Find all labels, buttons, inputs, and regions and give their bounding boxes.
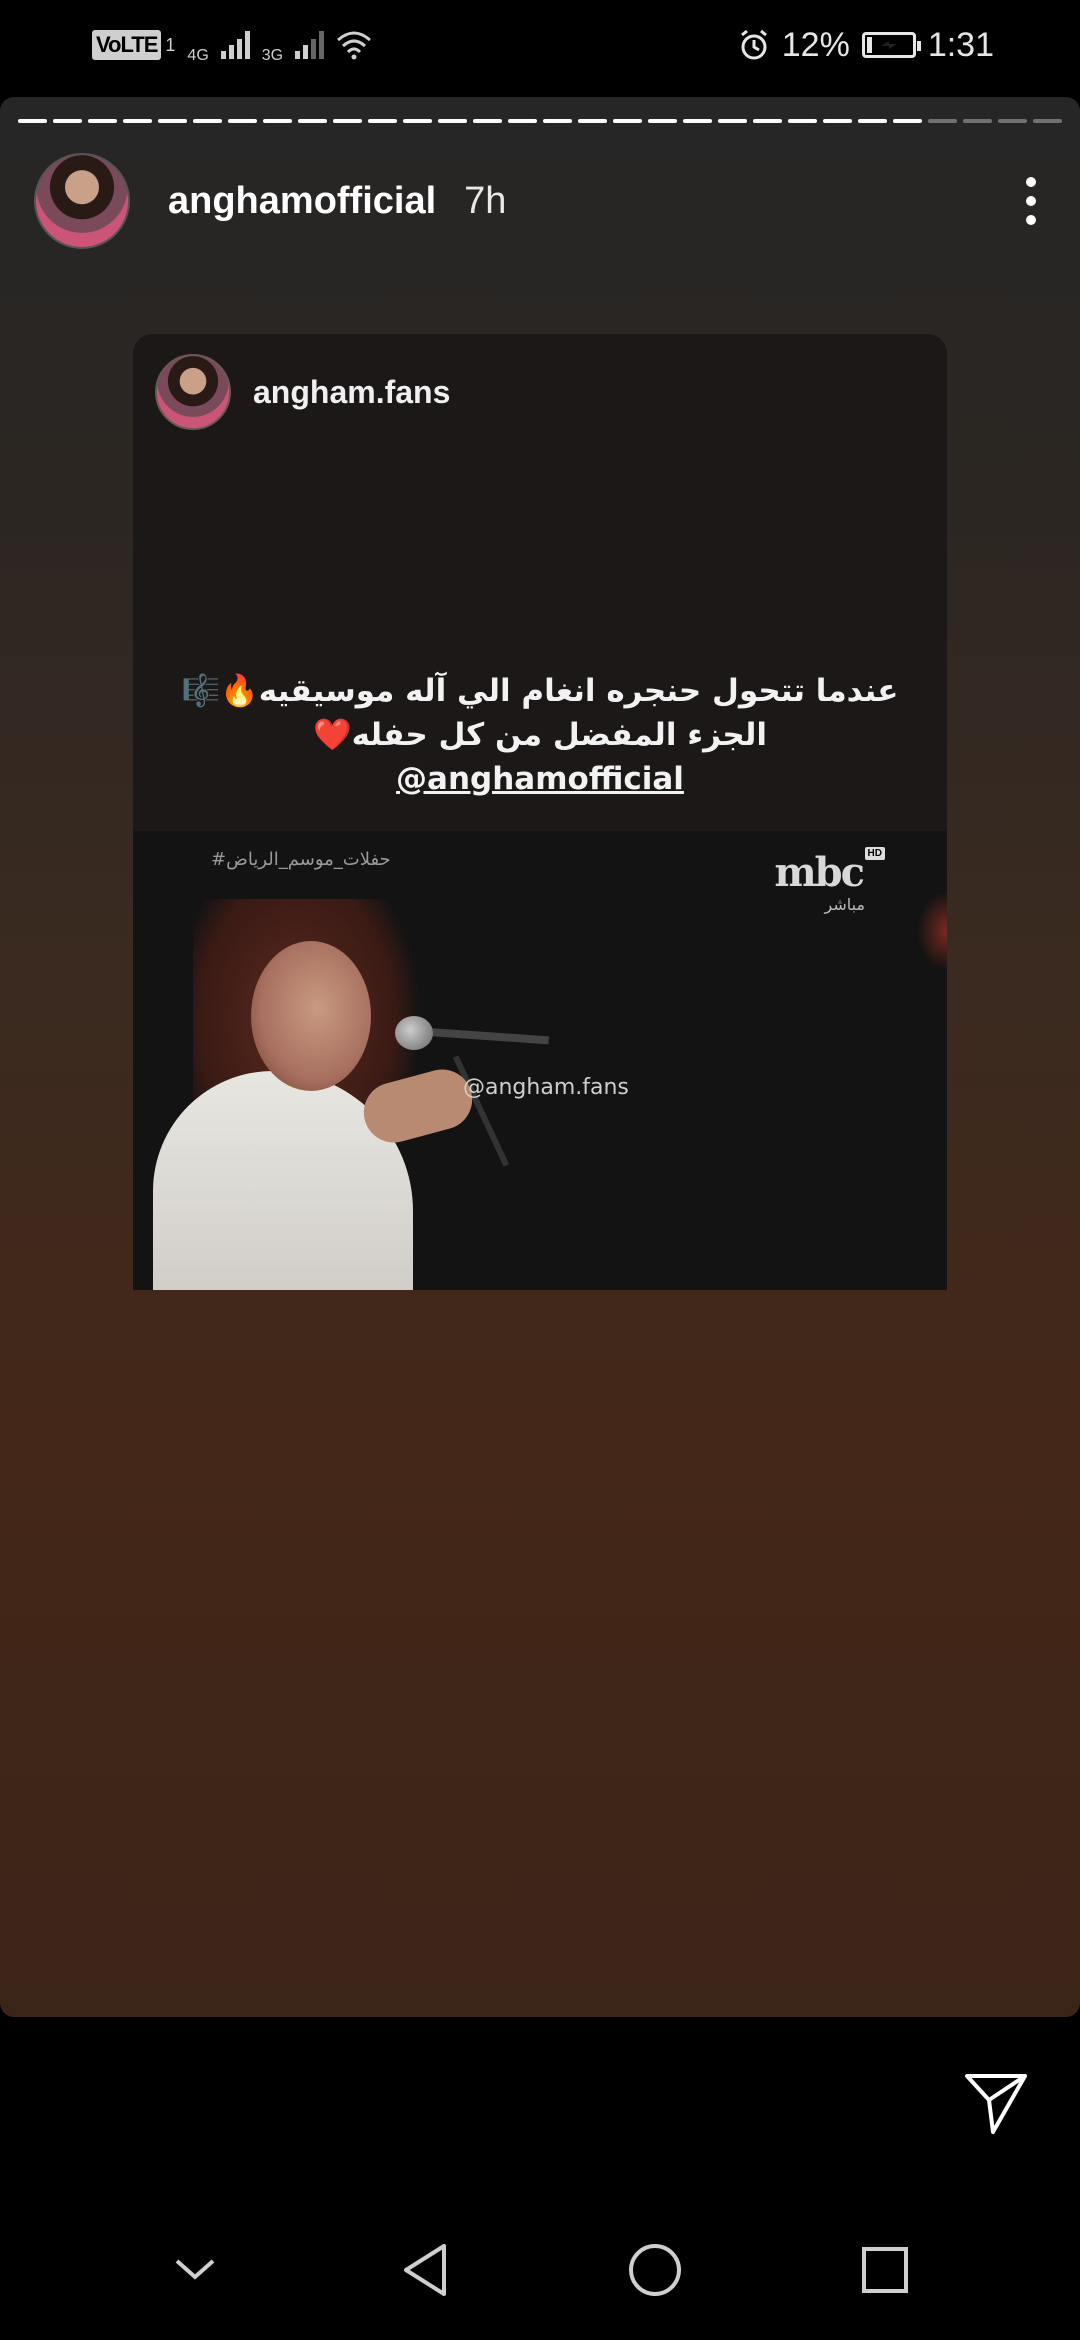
singer-face bbox=[251, 941, 371, 1091]
caption-mention[interactable]: @anghamofficial bbox=[133, 757, 947, 801]
post-text-area: angham.fans عندما تتحول حنجره انغام الي … bbox=[133, 334, 947, 831]
story-progress-segment bbox=[893, 119, 922, 123]
home-circle-icon[interactable] bbox=[620, 2235, 690, 2305]
story-progress-segment bbox=[298, 119, 327, 123]
hd-badge: HD bbox=[864, 847, 885, 860]
wifi-icon bbox=[337, 31, 372, 60]
signal-icon bbox=[220, 31, 250, 59]
post-header: angham.fans bbox=[155, 354, 450, 430]
chevron-down-icon[interactable] bbox=[160, 2235, 230, 2305]
recents-square-icon[interactable] bbox=[850, 2235, 920, 2305]
battery-fill bbox=[866, 37, 872, 53]
channel-live-label: مباشر bbox=[824, 895, 865, 914]
microphone bbox=[395, 1016, 433, 1050]
status-right: 12% 1:31 bbox=[738, 26, 994, 65]
story-progress-segment bbox=[718, 119, 747, 123]
story-progress-segment bbox=[18, 119, 47, 123]
story-progress-segment bbox=[88, 119, 117, 123]
story-header: anghamofficial 7h bbox=[34, 151, 1046, 251]
video-watermark: @angham.fans bbox=[463, 1075, 629, 1100]
post-video[interactable]: #حفلات_موسم_الرياض HD mbc مباشر @angham.… bbox=[133, 831, 947, 1290]
post-avatar[interactable] bbox=[155, 354, 231, 430]
status-left: VoLTE 1 4G 3G bbox=[92, 25, 372, 65]
more-vertical-icon[interactable] bbox=[1016, 171, 1046, 231]
avatar[interactable] bbox=[34, 153, 130, 249]
caption-line-2: الجزء المفضل من كل حفله❤️ bbox=[313, 717, 767, 753]
story-progress-segment bbox=[753, 119, 782, 123]
back-triangle-icon[interactable] bbox=[390, 2235, 460, 2305]
mic-arm bbox=[428, 1028, 549, 1045]
story-progress-segment bbox=[788, 119, 817, 123]
story-progress-segment bbox=[123, 119, 152, 123]
video-hashtag: #حفلات_موسم_الرياض bbox=[211, 849, 391, 870]
alarm-icon bbox=[740, 29, 767, 60]
story-progress-segment bbox=[403, 119, 432, 123]
battery-icon bbox=[861, 32, 921, 58]
story-progress-segment bbox=[508, 119, 537, 123]
send-icon[interactable] bbox=[958, 2065, 1034, 2141]
story-progress-segment bbox=[438, 119, 467, 123]
story-progress-segment bbox=[998, 119, 1027, 123]
signal-weak-icon bbox=[295, 31, 325, 59]
story-progress-segment bbox=[963, 119, 992, 123]
story-timestamp: 7h bbox=[464, 179, 507, 222]
story-progress-segment bbox=[1033, 119, 1062, 123]
story-progress-segment bbox=[613, 119, 642, 123]
story-progress-segment bbox=[823, 119, 852, 123]
caption-line-1: عندما تتحول حنجره انغام الي آله موسيقيه🔥… bbox=[181, 673, 899, 709]
story-progress-segment bbox=[193, 119, 222, 123]
story-progress-segment bbox=[928, 119, 957, 123]
story-viewer[interactable]: anghamofficial 7h angham.fans عندما تتحو… bbox=[0, 97, 1080, 2017]
story-progress-segment bbox=[543, 119, 572, 123]
reshared-post[interactable]: angham.fans عندما تتحول حنجره انغام الي … bbox=[133, 334, 947, 1290]
status-bar: VoLTE 1 4G 3G 12% 1:31 bbox=[0, 0, 1080, 90]
story-progress-segment bbox=[473, 119, 502, 123]
story-username[interactable]: anghamofficial bbox=[168, 180, 436, 223]
clock-time: 1:31 bbox=[927, 25, 994, 64]
sim-number: 1 bbox=[165, 34, 176, 55]
story-progress-segment bbox=[158, 119, 187, 123]
story-progress-segment bbox=[648, 119, 677, 123]
story-progress-segment bbox=[683, 119, 712, 123]
story-progress-segment bbox=[368, 119, 397, 123]
post-username[interactable]: angham.fans bbox=[253, 374, 450, 411]
battery-percent: 12% bbox=[781, 25, 850, 64]
volte-indicator: VoLTE bbox=[92, 30, 162, 60]
network-type-1: 4G bbox=[187, 47, 209, 64]
stage-light bbox=[917, 891, 947, 971]
screen: VoLTE 1 4G 3G 12% 1:31 anghamofficial 7h… bbox=[0, 0, 1080, 2340]
story-progress-segment bbox=[263, 119, 292, 123]
story-progress-segment bbox=[228, 119, 257, 123]
post-caption: عندما تتحول حنجره انغام الي آله موسيقيه🔥… bbox=[133, 669, 947, 801]
story-progress-segment bbox=[333, 119, 362, 123]
network-type-2: 3G bbox=[261, 47, 284, 64]
channel-logo: mbc bbox=[774, 849, 865, 896]
story-progress-bar bbox=[18, 119, 1062, 124]
system-navigation-bar bbox=[0, 2200, 1080, 2340]
story-progress-segment bbox=[578, 119, 607, 123]
story-progress-segment bbox=[53, 119, 82, 123]
story-progress-segment bbox=[858, 119, 887, 123]
